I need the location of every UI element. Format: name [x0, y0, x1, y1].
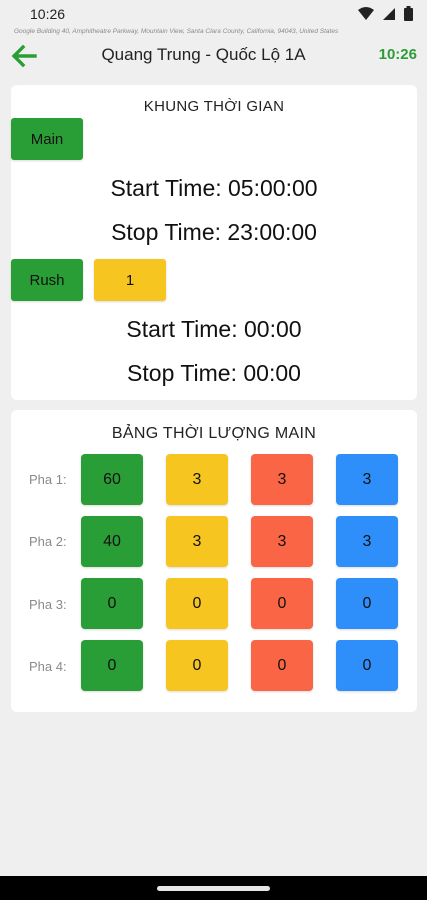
rush-start-time: Start Time: 00:00 — [126, 316, 302, 342]
phase-2-green-cell[interactable]: 40 — [81, 516, 143, 567]
time-frame-card: KHUNG THỜI GIAN Main Start Time: 05:00:0… — [11, 85, 417, 400]
main-start-time: Start Time: 05:00:00 — [110, 175, 318, 201]
phase-label: Pha 1: — [29, 472, 67, 487]
main-button-label: Main — [30, 130, 64, 148]
phase-3-blue-cell[interactable]: 0 — [336, 578, 398, 629]
phase-1-green-cell[interactable]: 60 — [81, 454, 143, 505]
phase-label: Pha 4: — [29, 659, 67, 674]
phase-2-red-cell[interactable]: 3 — [251, 516, 313, 567]
arrow-left-icon — [10, 44, 38, 74]
wifi-icon — [358, 6, 374, 21]
phase-3-yellow-cell[interactable]: 0 — [166, 578, 228, 629]
rush-button-label: Rush — [29, 271, 65, 289]
app-header: Quang Trung - Quốc Lộ 1A 10:26 — [0, 38, 427, 74]
rush-value-label: 1 — [125, 271, 135, 289]
home-gesture-handle[interactable] — [157, 886, 270, 891]
time-frame-title: KHUNG THỜI GIAN — [143, 98, 285, 115]
phase-label: Pha 3: — [29, 597, 67, 612]
phase-2-yellow-cell[interactable]: 3 — [166, 516, 228, 567]
phase-2-blue-cell[interactable]: 3 — [336, 516, 398, 567]
duration-table-card: BẢNG THỜI LƯỢNG MAIN Pha 1: 60 3 3 3 Pha… — [11, 410, 417, 712]
rush-button[interactable]: Rush — [11, 259, 83, 301]
phase-3-green-cell[interactable]: 0 — [81, 578, 143, 629]
page-title: Quang Trung - Quốc Lộ 1A — [101, 45, 306, 64]
back-button[interactable] — [10, 42, 38, 70]
address-text: Google Building 40, Amphitheatre Parkway… — [14, 28, 339, 35]
battery-icon — [404, 6, 413, 21]
header-clock: 10:26 — [378, 46, 417, 63]
phase-4-yellow-cell[interactable]: 0 — [166, 640, 228, 691]
rush-stop-time: Stop Time: 00:00 — [127, 360, 301, 386]
signal-icon — [382, 7, 396, 21]
phase-1-red-cell[interactable]: 3 — [251, 454, 313, 505]
system-nav-bar — [0, 876, 427, 900]
phase-4-red-cell[interactable]: 0 — [251, 640, 313, 691]
status-icons — [358, 6, 413, 21]
phase-1-yellow-cell[interactable]: 3 — [166, 454, 228, 505]
status-time: 10:26 — [30, 6, 66, 22]
status-bar: 10:26 — [0, 0, 427, 28]
phase-3-red-cell[interactable]: 0 — [251, 578, 313, 629]
phase-4-green-cell[interactable]: 0 — [81, 640, 143, 691]
phase-1-blue-cell[interactable]: 3 — [336, 454, 398, 505]
main-button[interactable]: Main — [11, 118, 83, 160]
phase-label: Pha 2: — [29, 534, 67, 549]
duration-table-title: BẢNG THỜI LƯỢNG MAIN — [111, 425, 317, 442]
phase-4-blue-cell[interactable]: 0 — [336, 640, 398, 691]
main-stop-time: Stop Time: 23:00:00 — [111, 219, 317, 245]
rush-value-button[interactable]: 1 — [94, 259, 166, 301]
